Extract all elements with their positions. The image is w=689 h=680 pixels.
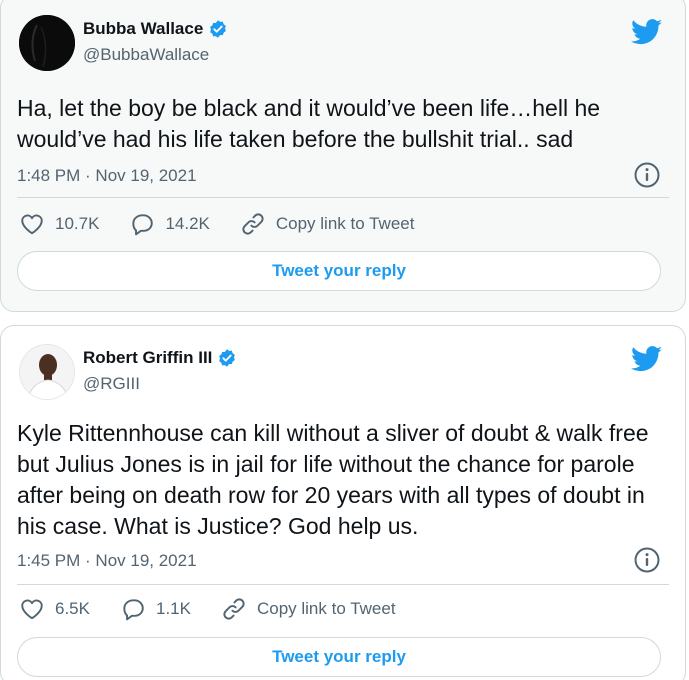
link-icon [242, 213, 264, 235]
author-handle[interactable]: @RGIII [83, 374, 140, 394]
verified-badge-icon [219, 349, 236, 367]
verified-badge-icon [210, 20, 227, 38]
link-icon [223, 598, 245, 620]
tweet-timestamp[interactable]: 1:45 PM · Nov 19, 2021 [17, 551, 197, 571]
copy-link-label: Copy link to Tweet [256, 599, 396, 618]
divider [17, 584, 669, 585]
tweet-card[interactable]: Bubba Wallace @BubbaWallace Ha, let the … [0, 0, 686, 312]
divider [17, 197, 669, 198]
twitter-bird-icon[interactable] [631, 19, 663, 45]
info-icon[interactable] [633, 161, 661, 189]
avatar[interactable] [19, 344, 75, 400]
reply-bubble-icon [132, 214, 154, 236]
reply-bubble-icon [123, 599, 144, 621]
copy-link-button[interactable]: Copy link to Tweet [221, 596, 396, 622]
avatar-image [19, 15, 75, 71]
tweet-your-reply-button[interactable]: Tweet your reply [17, 251, 661, 291]
heart-icon [21, 214, 43, 235]
tweet-card[interactable]: Robert Griffin III @RGIII Kyle Rittennho… [0, 325, 686, 680]
heart-icon [21, 599, 43, 620]
reply-button[interactable]: 1.1K [120, 596, 191, 622]
reply-count: 1.1K [155, 599, 191, 618]
info-icon[interactable] [633, 546, 661, 574]
copy-link-button[interactable]: Copy link to Tweet [240, 211, 415, 237]
author-handle[interactable]: @BubbaWallace [83, 45, 209, 65]
tweet-text: Kyle Rittennhouse can kill without a sli… [17, 420, 649, 539]
author-name[interactable]: Bubba Wallace [83, 19, 203, 39]
like-count: 10.7K [55, 214, 100, 233]
twitter-bird-icon[interactable] [631, 346, 663, 372]
like-count: 6.5K [55, 599, 90, 618]
like-button[interactable]: 6.5K [19, 596, 90, 622]
like-button[interactable]: 10.7K [19, 211, 99, 237]
avatar[interactable] [19, 15, 75, 71]
reply-button[interactable]: 14.2K [129, 211, 210, 237]
tweet-your-reply-button[interactable]: Tweet your reply [17, 637, 661, 677]
tweet-text: Ha, let the boy be black and it would’ve… [17, 95, 601, 152]
reply-count: 14.2K [165, 214, 210, 233]
avatar-image [20, 345, 74, 399]
copy-link-label: Copy link to Tweet [275, 214, 415, 233]
author-name[interactable]: Robert Griffin III [83, 348, 212, 368]
tweet-timestamp[interactable]: 1:48 PM · Nov 19, 2021 [17, 166, 197, 186]
